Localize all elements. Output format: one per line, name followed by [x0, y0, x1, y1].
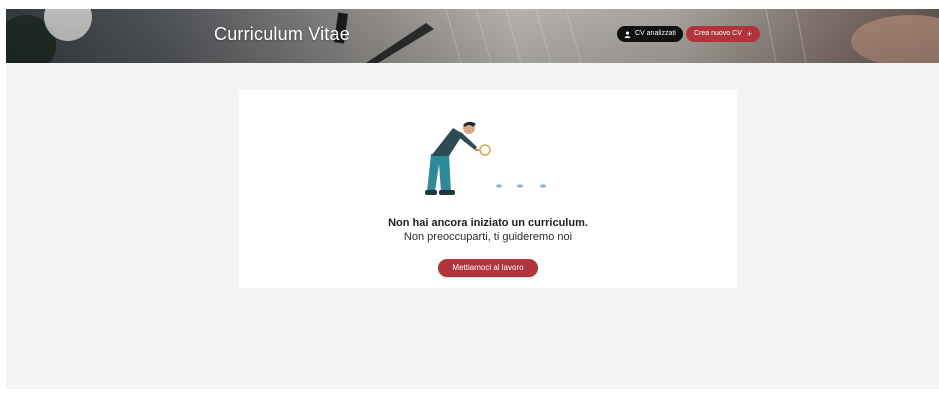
person-with-magnifying-glass-illustration — [425, 121, 546, 195]
user-icon — [624, 31, 631, 38]
start-working-button[interactable]: Mettiamoci al lavoro — [438, 259, 538, 277]
create-new-cv-label: Crea nuovo CV — [694, 30, 742, 37]
empty-state-title: Non hai ancora iniziato un curriculum. — [388, 217, 588, 229]
plus-icon: + — [746, 29, 753, 39]
analyzed-cv-label: CV analizzati — [635, 30, 676, 37]
page-background: Curriculum Vitae CV analizzati Crea nuov… — [6, 9, 939, 389]
analyzed-cv-button[interactable]: CV analizzati — [617, 26, 683, 42]
empty-state-subtitle: Non preoccuparti, ti guideremo noi — [403, 231, 573, 243]
header-banner: Curriculum Vitae CV analizzati Crea nuov… — [6, 9, 939, 63]
page-title: Curriculum Vitae — [214, 24, 350, 44]
banner-shade — [6, 9, 939, 63]
create-new-cv-button[interactable]: Crea nuovo CV + — [686, 26, 761, 42]
empty-state-card: Non hai ancora iniziato un curriculum. N… — [239, 90, 737, 288]
